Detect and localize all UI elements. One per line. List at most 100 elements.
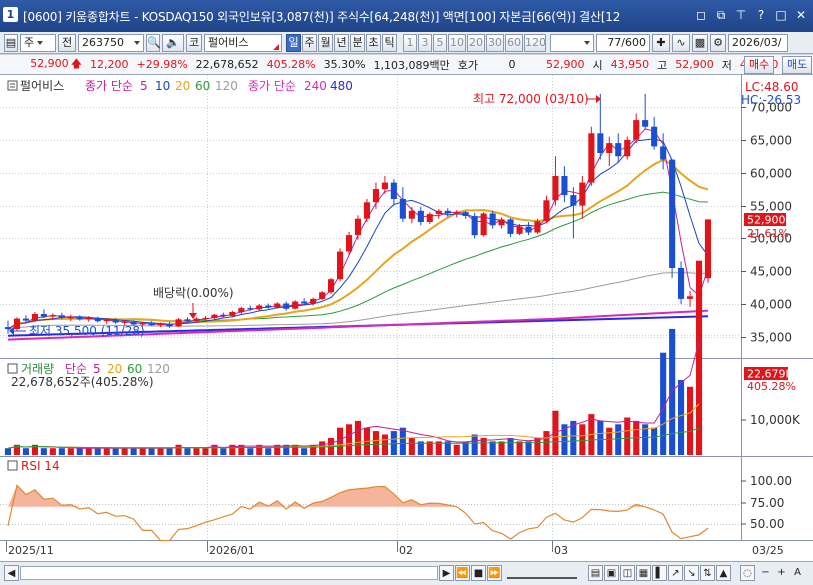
legend-ma60[interactable]: 60: [195, 79, 210, 93]
interval-button[interactable]: 60: [505, 33, 523, 52]
horizontal-scrollbar[interactable]: [20, 566, 438, 580]
interval-button[interactable]: 10: [448, 33, 466, 52]
legend-ma120[interactable]: 120: [215, 79, 238, 93]
candle-body: [579, 182, 586, 206]
interval-button[interactable]: 5: [433, 33, 447, 52]
period-tab-month[interactable]: 월: [318, 33, 333, 52]
chart-icon[interactable]: ▲: [716, 565, 731, 581]
up-arrow-icon: 🡅: [70, 57, 82, 70]
volume-ma120[interactable]: 120: [147, 362, 170, 376]
period-tab-week[interactable]: 주: [302, 33, 317, 52]
grid-icon[interactable]: ▦: [636, 565, 651, 581]
candle-body: [399, 199, 406, 219]
trend-icon[interactable]: ↗: [668, 565, 683, 581]
compare-icon[interactable]: ⇅: [700, 565, 715, 581]
stock-name-value: 펄어비스: [208, 35, 249, 49]
volume-ma60[interactable]: 60: [127, 362, 142, 376]
stock-name-field[interactable]: 펄어비스: [204, 33, 282, 52]
interval-custom-select[interactable]: [550, 33, 594, 52]
legend-stock-name[interactable]: 펄어비스: [20, 79, 64, 93]
date-field[interactable]: 2026/03/: [728, 33, 788, 52]
scroll-left-icon[interactable]: ◀: [4, 565, 19, 581]
interval-button[interactable]: 3: [418, 33, 432, 52]
candle-body: [633, 120, 640, 140]
candle-body: [444, 210, 451, 214]
legend-ma-label[interactable]: 종가 단순: [85, 79, 133, 93]
zoom-slider[interactable]: [507, 567, 577, 579]
market-button[interactable]: 전: [58, 33, 76, 52]
view-toggle-icon[interactable]: ◌: [740, 565, 755, 581]
interval-button[interactable]: 120: [524, 33, 546, 52]
stock-code-input[interactable]: 263750: [78, 33, 144, 52]
pin-icon[interactable]: ⊤: [733, 7, 749, 23]
buy-button[interactable]: 매수: [744, 56, 775, 74]
layout2-icon[interactable]: ▣: [604, 565, 619, 581]
app-icon[interactable]: 1: [3, 7, 18, 22]
window-list-icon[interactable]: ▤: [4, 33, 18, 52]
volume-ma5[interactable]: 5: [93, 362, 101, 376]
legend-ma5[interactable]: 5: [140, 79, 148, 93]
legend-ma480[interactable]: 480: [330, 79, 353, 93]
price-tick-label: 55,000: [750, 200, 792, 214]
period-tab-day[interactable]: 일: [286, 33, 301, 52]
low-label: 저: [721, 58, 732, 72]
split-icon[interactable]: ◫: [620, 565, 635, 581]
volume-ma-label[interactable]: 단순: [65, 362, 87, 376]
rsi-title[interactable]: RSI 14: [21, 459, 60, 473]
speaker-icon[interactable]: 🔈: [162, 33, 184, 52]
volume-title[interactable]: 거래량: [21, 362, 54, 376]
crosshair-icon[interactable]: ✚: [652, 33, 670, 52]
layout-icon[interactable]: ▤: [588, 565, 603, 581]
close-icon[interactable]: ✕: [793, 7, 809, 23]
candle-body: [301, 301, 308, 304]
stock-code-value: 263750: [82, 35, 124, 49]
period-tab-second[interactable]: 초: [366, 33, 381, 52]
legend-ma2-label[interactable]: 종가 단순: [248, 79, 296, 93]
period-tab-minute[interactable]: 분: [350, 33, 365, 52]
interval-button[interactable]: 20: [467, 33, 485, 52]
bar-chart-icon[interactable]: ▌: [652, 565, 667, 581]
volume-bar: [76, 448, 83, 455]
interval-button[interactable]: 30: [486, 33, 504, 52]
volume-bar: [615, 424, 622, 455]
volume-ma20[interactable]: 20: [107, 362, 122, 376]
rewind-icon[interactable]: ⏪: [455, 565, 470, 581]
maximize-icon[interactable]: □: [773, 7, 789, 23]
market-tag[interactable]: 코: [186, 33, 202, 52]
legend-ma240[interactable]: 240: [304, 79, 327, 93]
zoom-in-icon[interactable]: +: [774, 565, 789, 581]
current-price-tag: 52,900: [747, 214, 786, 227]
volume-bar: [525, 441, 532, 455]
trend2-icon[interactable]: ↘: [684, 565, 699, 581]
candle-body: [193, 318, 200, 322]
period-tab-tick[interactable]: 틱: [382, 33, 397, 52]
candle-body: [678, 268, 685, 299]
help-icon[interactable]: ?: [753, 7, 769, 23]
save-icon[interactable]: ▩: [692, 33, 708, 52]
sell-button[interactable]: 매도: [782, 56, 813, 74]
legend-ma20[interactable]: 20: [175, 79, 190, 93]
window-title: [0600] 키움종합차트 - KOSDAQ150 외국인보유[3,087(천)…: [23, 10, 621, 24]
gear-icon[interactable]: ⚙: [710, 33, 726, 52]
period-type-value: 주: [24, 35, 35, 49]
fast-forward-icon[interactable]: ⏩: [487, 565, 502, 581]
font-size-icon[interactable]: A: [790, 565, 805, 581]
restore-icon[interactable]: ⧉: [713, 7, 729, 23]
chart-type-icon[interactable]: ∿: [672, 33, 690, 52]
volume-bar: [516, 441, 523, 455]
current-price-value: 52,900: [30, 57, 69, 70]
open-price: 43,950: [610, 58, 650, 71]
scroll-right-icon[interactable]: ▶: [439, 565, 454, 581]
candle-body: [453, 212, 460, 214]
zoom-out-icon[interactable]: −: [758, 565, 773, 581]
legend-ma10[interactable]: 10: [155, 79, 170, 93]
search-icon[interactable]: 🔍: [146, 33, 161, 52]
chart-area[interactable]: 펄어비스 종가 단순 5 10 20 60 120 종가 단순 240 480 …: [0, 75, 813, 561]
volume-bar: [597, 420, 604, 455]
minimize-icon[interactable]: ◻: [693, 7, 709, 23]
period-tab-year[interactable]: 년: [334, 33, 349, 52]
volume-bar: [202, 448, 209, 455]
period-type-select[interactable]: 주: [20, 33, 56, 52]
interval-button[interactable]: 1: [403, 33, 417, 52]
stop-icon[interactable]: ■: [471, 565, 486, 581]
